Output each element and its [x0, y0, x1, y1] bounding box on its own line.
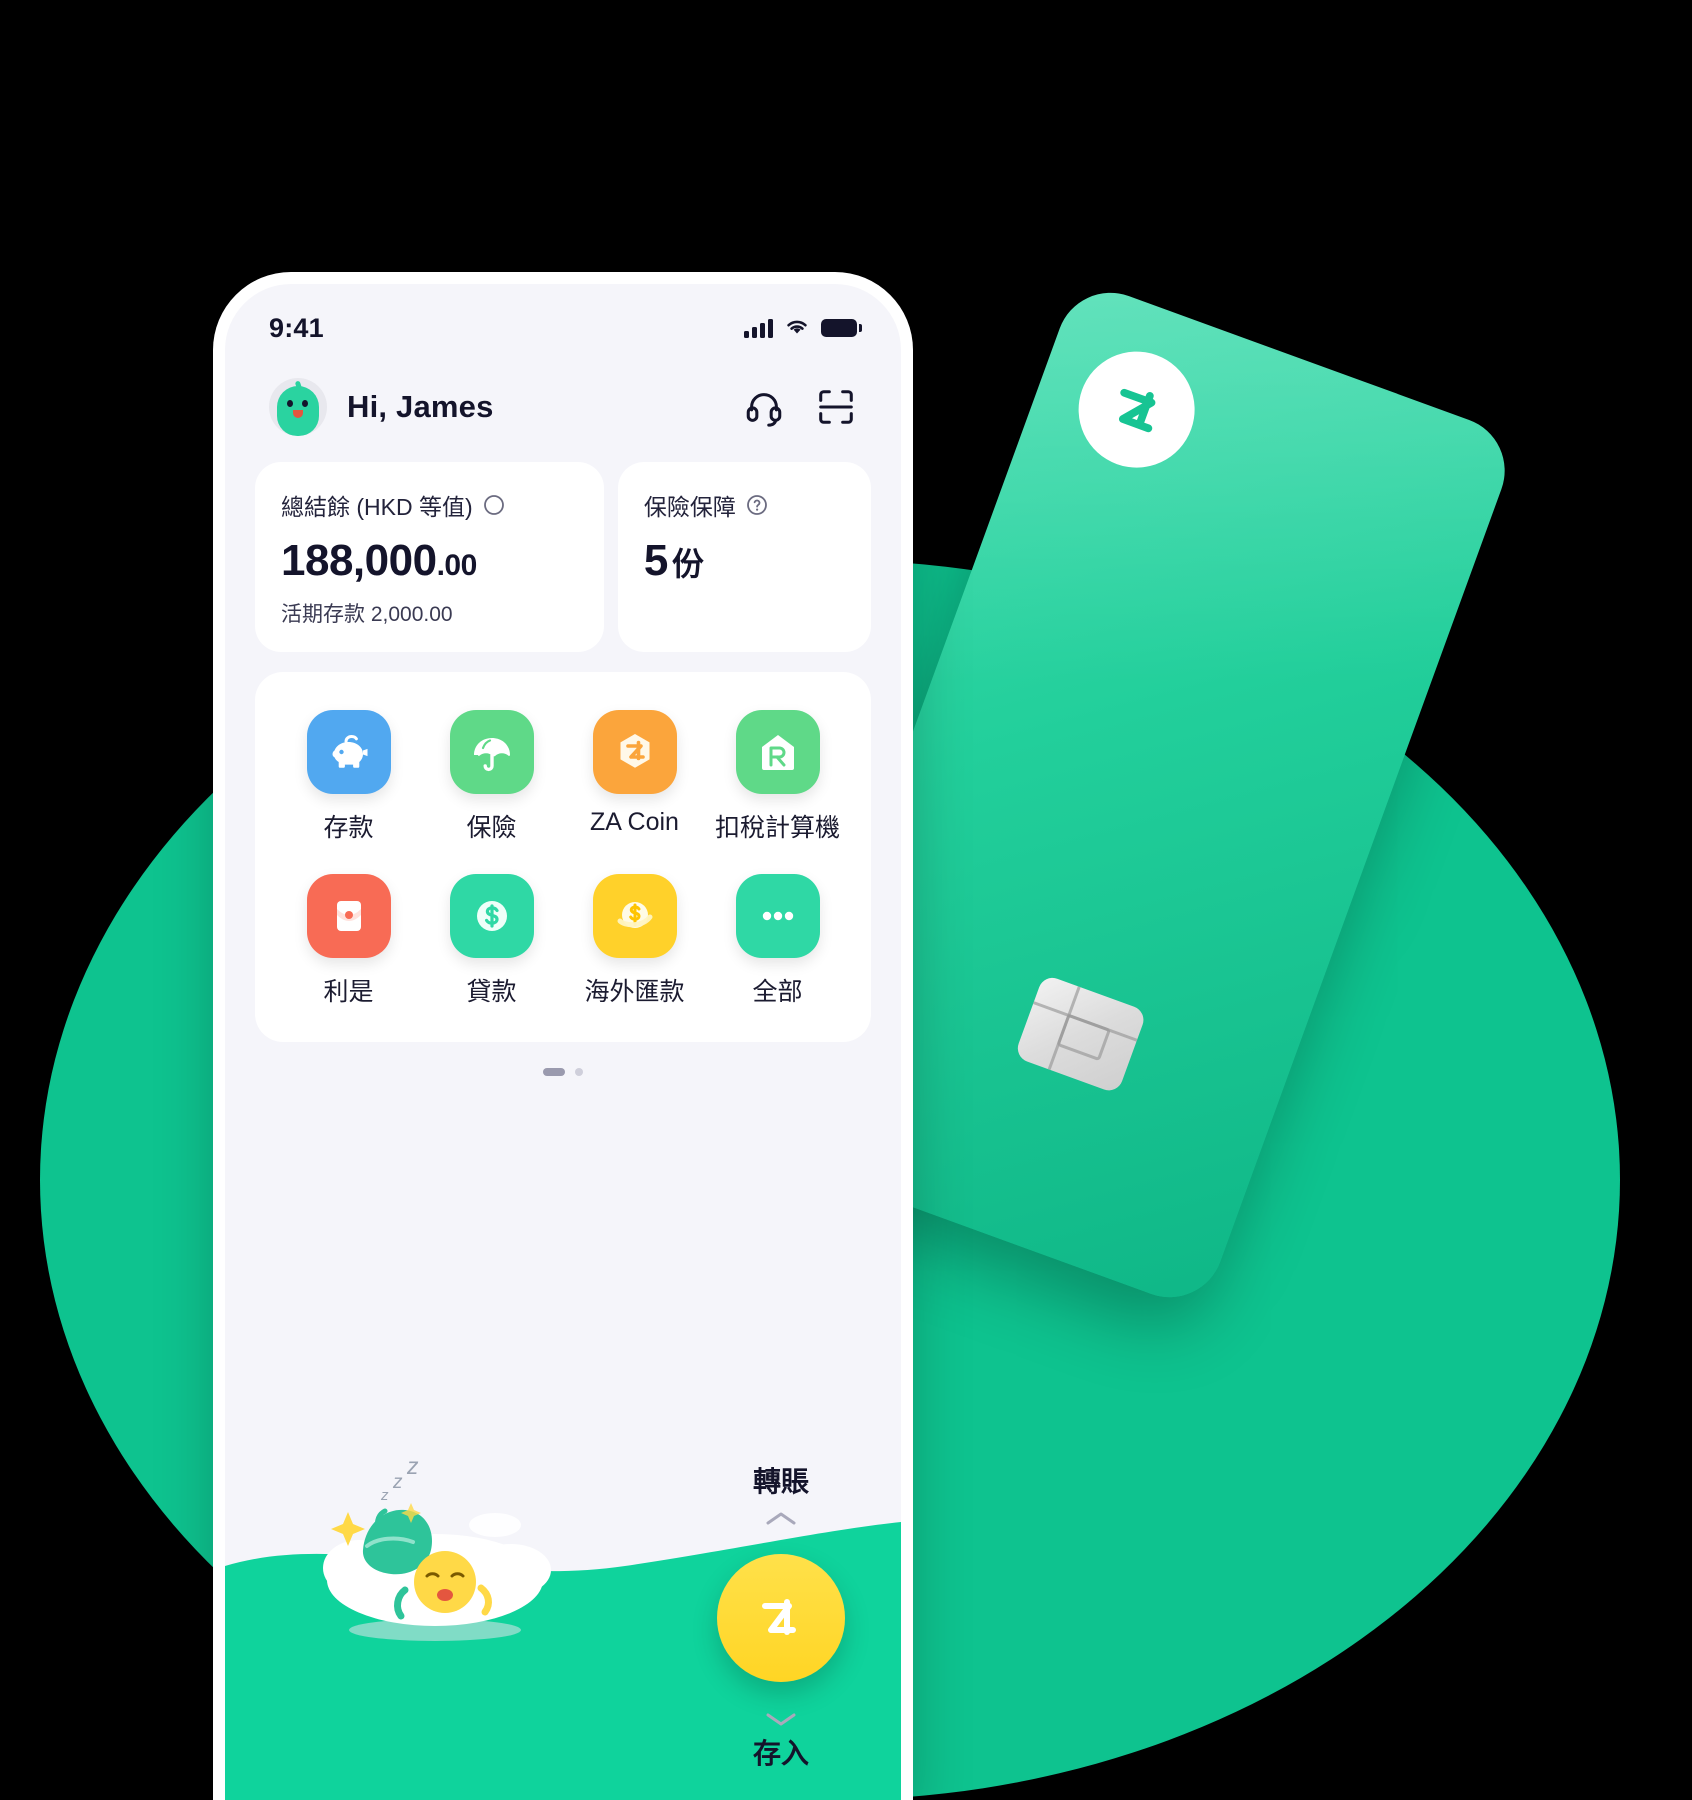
quick-actions-grid: 存款 保險 ZA Coin 扣稅計算機 利是 貸款 海外匯款 全部: [277, 710, 849, 1008]
insurance-card[interactable]: 保險保障 5份: [617, 462, 871, 652]
za-coin-icon: [592, 710, 677, 794]
scene-root: VISA 9:41: [0, 0, 1692, 1800]
balance-title-row: 總結餘 (HKD 等值): [281, 488, 578, 522]
cellular-bars-icon: [744, 318, 773, 338]
app-label: 全部: [752, 978, 803, 1006]
app-tile-tax-calculator[interactable]: 扣稅計算機: [706, 710, 849, 844]
svg-text:z: z: [406, 1453, 419, 1479]
question-mark-icon[interactable]: [745, 493, 769, 517]
piggy-bank-icon: [306, 710, 391, 794]
emv-chip-icon: [1013, 973, 1148, 1095]
chevron-down-icon[interactable]: [717, 1710, 845, 1728]
app-tile-deposit[interactable]: 存款: [277, 710, 420, 844]
app-tile-all[interactable]: 全部: [706, 874, 849, 1008]
total-balance-card[interactable]: 總結餘 (HKD 等值) 188,000.00 活期存款 2,000.00: [255, 462, 604, 652]
balance-amount-cents: .00: [436, 549, 478, 582]
za-arrows-icon: [762, 1599, 796, 1635]
app-label: 保險: [466, 814, 517, 842]
insurance-title-row: 保險保障: [644, 488, 845, 522]
phone-device: 9:41 Hi, James 總結餘 (HKD 等值) 188,000.00 活…: [213, 272, 913, 1800]
svg-text:z: z: [392, 1472, 403, 1493]
global-money-icon: [592, 874, 677, 958]
more-dots-icon: [735, 874, 820, 958]
balance-amount: 188,000.00: [281, 536, 578, 586]
insurance-title-text: 保險保障: [643, 494, 736, 520]
app-header: Hi, James: [225, 356, 901, 436]
wifi-icon: [784, 316, 810, 341]
transfer-deposit-fab-button[interactable]: [717, 1554, 845, 1682]
status-indicators: [744, 316, 862, 341]
app-label: 海外匯款: [584, 978, 685, 1006]
app-tile-loan[interactable]: 貸款: [420, 874, 563, 1008]
status-bar: 9:41: [225, 284, 901, 356]
svg-text:z: z: [380, 1487, 389, 1504]
status-clock: 9:41: [269, 312, 324, 343]
greeting-group[interactable]: Hi, James: [269, 378, 494, 436]
app-tile-insurance[interactable]: 保險: [420, 710, 563, 844]
carousel-pagination[interactable]: [225, 1068, 901, 1076]
mascot-avatar[interactable]: [269, 378, 327, 436]
battery-icon: [821, 319, 862, 337]
balance-title-text: 總結餘 (HKD 等值): [281, 494, 473, 520]
sleeping-mascot-illustration: z z z: [323, 1453, 551, 1641]
pagination-dot[interactable]: [575, 1068, 583, 1076]
app-label: 貸款: [466, 978, 517, 1006]
app-label: ZA Coin: [590, 808, 679, 836]
app-tile-za-coin[interactable]: ZA Coin: [563, 710, 706, 844]
insurance-unit: 份: [671, 546, 704, 582]
greeting-text: Hi, James: [347, 389, 494, 424]
tax-house-icon: [735, 710, 820, 794]
app-tile-red-packet[interactable]: 利是: [277, 874, 420, 1008]
dollar-coin-icon: [449, 874, 534, 958]
red-packet-icon: [306, 874, 391, 958]
deposit-label: 存入: [752, 1738, 809, 1769]
balance-subtext: 活期存款 2,000.00: [281, 603, 453, 626]
bottom-section: z z z 轉賬 存入: [225, 1380, 901, 1800]
umbrella-icon: [449, 710, 534, 794]
headset-icon[interactable]: [743, 386, 785, 428]
quick-actions-panel: 存款 保險 ZA Coin 扣稅計算機 利是 貸款 海外匯款 全部: [255, 672, 871, 1042]
chevron-up-icon[interactable]: [717, 1510, 845, 1528]
phone-screen: 9:41 Hi, James 總結餘 (HKD 等值) 188,000.00 活…: [225, 284, 901, 1800]
header-actions: [743, 386, 857, 428]
transfer-label: 轉賬: [752, 1466, 809, 1497]
app-label: 扣稅計算機: [714, 814, 840, 842]
app-label: 存款: [323, 814, 374, 842]
insurance-count: 5: [643, 536, 668, 585]
summary-cards-row: 總結餘 (HKD 等值) 188,000.00 活期存款 2,000.00 保險…: [225, 436, 901, 652]
app-tile-overseas-remittance[interactable]: 海外匯款: [563, 874, 706, 1008]
balance-amount-main: 188,000: [281, 536, 437, 585]
eye-hide-icon[interactable]: [482, 493, 506, 517]
pagination-dot-active[interactable]: [543, 1068, 565, 1076]
insurance-amount: 5份: [644, 536, 845, 586]
scan-qr-icon[interactable]: [815, 386, 857, 428]
app-label: 利是: [323, 978, 374, 1006]
